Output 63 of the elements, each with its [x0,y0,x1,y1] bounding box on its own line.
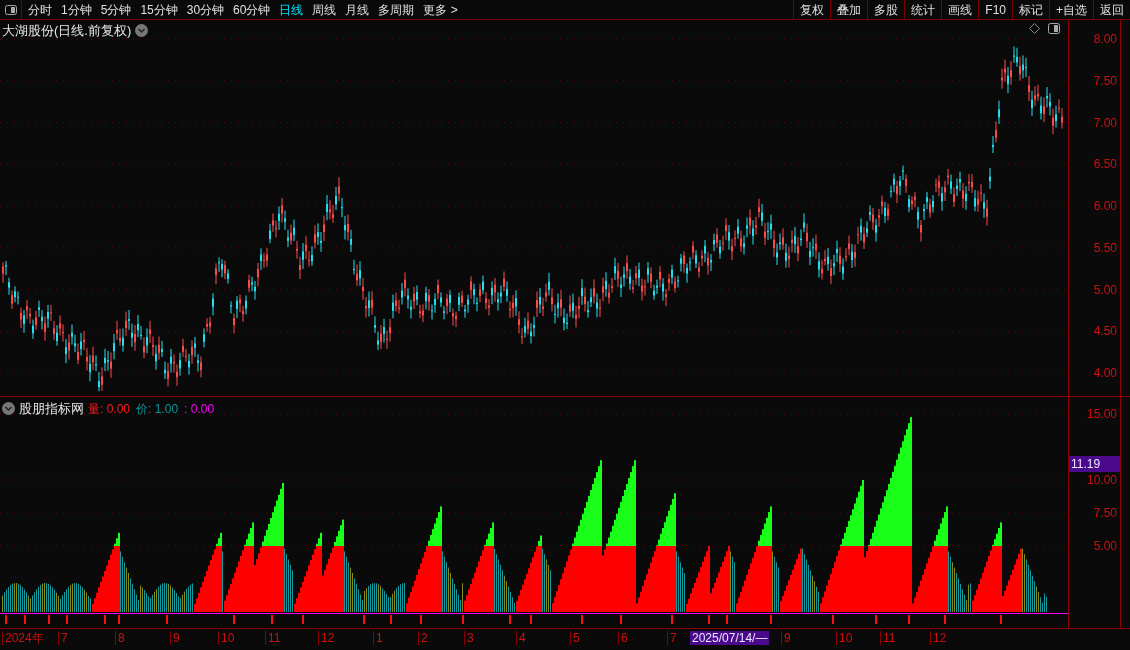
date-label: 12 [930,631,947,645]
price-label: 6.50 [1093,158,1117,171]
price-label: 4.50 [1093,325,1117,338]
toolbar-button[interactable]: +自选 [1049,0,1093,19]
period-tab[interactable]: 分时 [28,0,52,19]
axis-label: 7.50 [1093,507,1117,519]
date-label: 9 [170,631,180,645]
price-label: 8.00 [1093,33,1117,45]
period-tab[interactable]: 15分钟 [140,0,178,19]
panel-toggle-icon[interactable] [1048,23,1060,34]
diamond-icon[interactable] [1029,23,1040,34]
date-label: 6 [618,631,628,645]
price-label: 7.00 [1093,116,1117,129]
indicator-name: 股朋指标网 [19,400,84,418]
price-label: 5.00 [1093,283,1117,296]
date-label: 1 [373,631,383,645]
date-label: 2 [418,631,428,645]
toolbar-button[interactable]: 复权 [793,0,831,19]
indicator-value: : 0.00 [184,400,215,418]
toolbar-button[interactable]: 返回 [1093,0,1130,19]
date-label: 8 [115,631,125,645]
date-label: 11 [880,631,896,645]
date-label: 4 [516,631,526,645]
period-tab[interactable]: 60分钟 [233,0,271,19]
price-label: 5.50 [1093,241,1117,254]
date-label: 11 [265,631,281,645]
indicator-value: 价: 1.00 [136,400,179,418]
date-label: 12 [318,631,335,645]
cursor-date-tag: 2025/07/14/— [690,631,770,645]
dropdown-icon[interactable] [135,24,149,38]
period-tab[interactable]: 30分钟 [186,0,225,19]
date-label: 7 [667,631,677,645]
price-label: 7.50 [1093,74,1117,87]
toolbar-button[interactable]: 统计 [904,0,942,19]
date-label: 5 [570,631,580,645]
indicator-value: 量: 0.00 [88,400,131,418]
period-tab[interactable]: 更多 > [423,0,458,19]
date-label: 9 [781,631,791,645]
price-label: 4.00 [1093,367,1117,379]
axis-label: 15.00 [1086,408,1117,420]
toolbar-button[interactable]: 叠加 [830,0,868,19]
period-tab[interactable]: 月线 [345,0,370,19]
toolbar-button[interactable]: F10 [978,0,1012,19]
date-label: 2024年 [2,631,44,645]
toolbar-button[interactable]: 多股 [867,0,905,19]
axis-label: 5.00 [1093,540,1117,552]
period-tab[interactable]: 5分钟 [100,0,132,19]
period-tab[interactable]: 周线 [312,0,337,19]
current-value-tag: 11.19 [1069,456,1120,473]
price-label: 6.00 [1093,200,1117,212]
date-label: 10 [218,631,235,645]
toolbar-button[interactable]: 标记 [1012,0,1049,19]
dropdown-icon[interactable] [2,402,15,416]
date-label: 3 [464,631,474,645]
toolbar-button[interactable]: 画线 [941,0,979,19]
axis-label: 10.00 [1086,474,1117,486]
date-label: 7 [58,631,68,645]
panel-toggle-icon[interactable] [4,4,17,15]
period-tab[interactable]: 日线 [279,0,304,19]
period-tab[interactable]: 多周期 [378,0,415,19]
date-label: 10 [836,631,853,645]
chart-title: 大湖股份(日线.前复权) [2,22,132,40]
period-tab[interactable]: 1分钟 [61,0,92,19]
